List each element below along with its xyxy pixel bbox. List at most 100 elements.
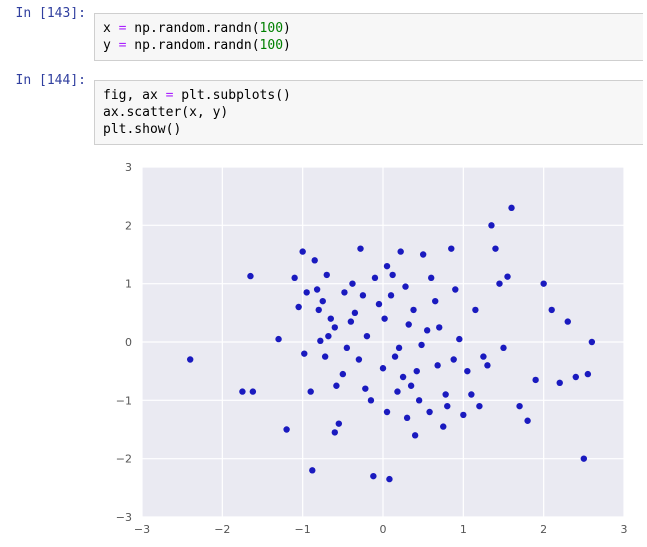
data-point xyxy=(381,315,387,321)
data-point xyxy=(406,321,412,327)
data-point xyxy=(187,356,193,362)
data-point xyxy=(434,362,440,368)
data-point xyxy=(247,273,253,279)
x-tick-label: −3 xyxy=(134,523,150,536)
scatter-plot: −3−2−10123−3−2−10123 xyxy=(94,157,634,547)
data-point xyxy=(386,476,392,482)
x-tick-label: −2 xyxy=(214,523,230,536)
data-point xyxy=(549,307,555,313)
y-tick-label: 1 xyxy=(125,278,132,291)
data-point xyxy=(444,403,450,409)
data-point xyxy=(341,289,347,295)
cell-output: −3−2−10123−3−2−10123 xyxy=(86,151,647,547)
data-point xyxy=(362,385,368,391)
data-point xyxy=(348,318,354,324)
y-tick-label: −1 xyxy=(116,394,132,407)
data-point xyxy=(484,362,490,368)
data-point xyxy=(428,275,434,281)
code-cell: In [144]: fig, ax = plt.subplots() ax.sc… xyxy=(0,67,647,151)
data-point xyxy=(488,222,494,228)
data-point xyxy=(460,412,466,418)
data-point xyxy=(275,336,281,342)
x-tick-label: 1 xyxy=(460,523,467,536)
data-point xyxy=(456,336,462,342)
data-point xyxy=(320,298,326,304)
x-tick-label: 2 xyxy=(540,523,547,536)
data-point xyxy=(540,280,546,286)
data-point xyxy=(384,409,390,415)
data-point xyxy=(472,307,478,313)
code-cell: In [143]: x = np.random.randn(100) y = n… xyxy=(0,0,647,67)
data-point xyxy=(380,365,386,371)
data-point xyxy=(333,383,339,389)
data-point xyxy=(372,275,378,281)
data-point xyxy=(388,292,394,298)
data-point xyxy=(349,280,355,286)
data-point xyxy=(340,371,346,377)
code-editor[interactable]: x = np.random.randn(100) y = np.random.r… xyxy=(94,13,643,61)
data-point xyxy=(352,310,358,316)
data-point xyxy=(308,388,314,394)
x-tick-label: −1 xyxy=(295,523,311,536)
data-point xyxy=(283,426,289,432)
data-point xyxy=(589,339,595,345)
data-point xyxy=(508,205,514,211)
data-point xyxy=(384,263,390,269)
data-point xyxy=(532,377,538,383)
data-point xyxy=(408,383,414,389)
y-tick-label: 2 xyxy=(125,219,132,232)
data-point xyxy=(356,356,362,362)
data-point xyxy=(336,420,342,426)
data-point xyxy=(585,371,591,377)
data-point xyxy=(360,292,366,298)
data-point xyxy=(344,345,350,351)
data-point xyxy=(442,391,448,397)
data-point xyxy=(450,356,456,362)
data-point xyxy=(322,353,328,359)
data-point xyxy=(476,403,482,409)
code-editor[interactable]: fig, ax = plt.subplots() ax.scatter(x, y… xyxy=(94,80,643,145)
data-point xyxy=(452,286,458,292)
data-point xyxy=(581,455,587,461)
data-point xyxy=(324,272,330,278)
data-point xyxy=(299,248,305,254)
data-point xyxy=(316,307,322,313)
data-point xyxy=(328,315,334,321)
data-point xyxy=(314,286,320,292)
data-point xyxy=(440,423,446,429)
data-point xyxy=(504,273,510,279)
data-point xyxy=(394,388,400,394)
cell-prompt: In [144]: xyxy=(0,67,94,151)
data-point xyxy=(480,353,486,359)
data-point xyxy=(410,307,416,313)
data-point xyxy=(239,388,245,394)
y-tick-label: −3 xyxy=(116,511,132,524)
data-point xyxy=(370,473,376,479)
data-point xyxy=(312,257,318,263)
data-point xyxy=(301,350,307,356)
data-point xyxy=(418,342,424,348)
data-point xyxy=(317,338,323,344)
x-tick-label: 3 xyxy=(621,523,628,536)
data-point xyxy=(309,467,315,473)
data-point xyxy=(557,380,563,386)
y-tick-label: 3 xyxy=(125,161,132,174)
y-tick-label: 0 xyxy=(125,336,132,349)
x-tick-label: 0 xyxy=(380,523,387,536)
data-point xyxy=(468,391,474,397)
data-point xyxy=(325,333,331,339)
cell-prompt: In [143]: xyxy=(0,0,94,67)
data-point xyxy=(500,345,506,351)
data-point xyxy=(389,272,395,278)
data-point xyxy=(496,280,502,286)
data-point xyxy=(424,327,430,333)
data-point xyxy=(404,415,410,421)
data-point xyxy=(412,432,418,438)
data-point xyxy=(392,353,398,359)
data-point xyxy=(295,304,301,310)
data-point xyxy=(573,374,579,380)
data-point xyxy=(524,418,530,424)
data-point xyxy=(332,429,338,435)
data-point xyxy=(420,251,426,257)
data-point xyxy=(364,333,370,339)
